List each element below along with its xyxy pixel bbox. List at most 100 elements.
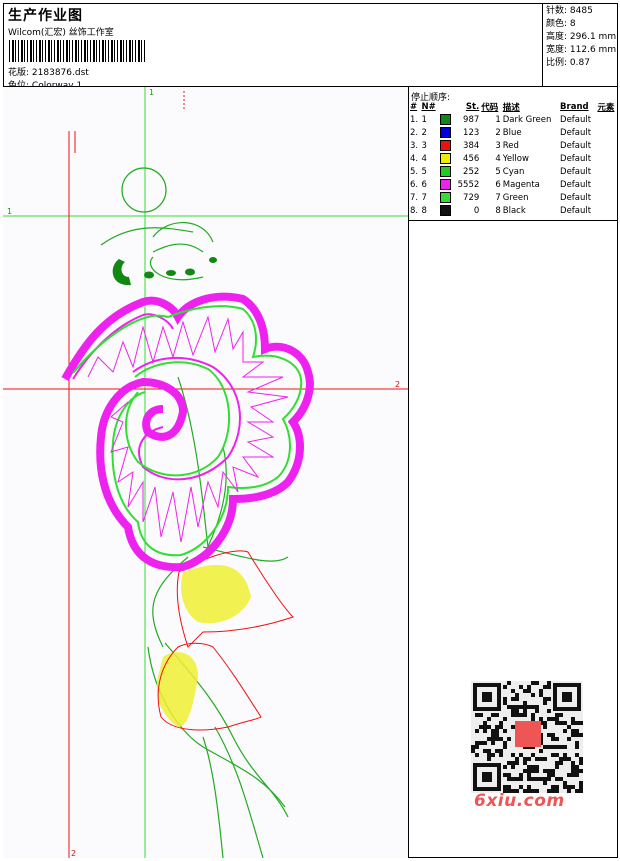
table-rule (409, 220, 618, 221)
row-desc: Yellow (502, 153, 529, 164)
row-stitches: 729 (463, 192, 480, 203)
row-n: 6 (421, 179, 427, 190)
color-row[interactable]: 8. 8 0 8 Black Default (409, 204, 618, 217)
barcode (9, 40, 147, 62)
design-label: 花版: (8, 68, 30, 78)
col-code: 代码 (481, 103, 499, 113)
yellow-fill (156, 564, 251, 727)
row-element (596, 126, 618, 139)
row-index: 1. (410, 114, 419, 125)
row-brand: Default (560, 166, 592, 177)
row-n: 3 (421, 140, 427, 151)
row-element (596, 204, 618, 217)
col-element: 元素 (597, 103, 615, 113)
color-row[interactable]: 5. 5 252 5 Cyan Default (409, 165, 618, 178)
row-code: 3 (495, 140, 501, 151)
row-stitches: 987 (463, 114, 480, 125)
row-desc: Red (502, 140, 519, 151)
row-index: 2. (410, 127, 419, 138)
page-title: 生产作业图 (8, 8, 83, 24)
stat-label: 宽度: (546, 45, 568, 55)
row-desc: Cyan (502, 166, 525, 177)
guide-label-h-red: 2 (395, 380, 400, 389)
color-swatch (439, 192, 451, 203)
row-n: 4 (421, 153, 427, 164)
col-n: N# (421, 102, 436, 112)
stat-scale: 比例: 0.87 (546, 57, 618, 70)
row-brand: Default (560, 114, 592, 125)
stat-value: 296.1 mm (569, 32, 617, 42)
row-element (596, 165, 618, 178)
row-swatch (439, 126, 454, 139)
color-row[interactable]: 3. 3 384 3 Red Default (409, 139, 618, 152)
row-swatch (439, 191, 454, 204)
row-brand: Default (560, 192, 592, 203)
row-code: 1 (495, 114, 501, 125)
guide-label-v-green: 1 (149, 88, 154, 97)
row-stitches: 123 (463, 127, 480, 138)
row-stitches: 456 (463, 153, 480, 164)
row-code: 2 (495, 127, 501, 138)
row-code: 7 (495, 192, 501, 203)
row-n: 2 (421, 127, 427, 138)
guide-label-v-red: 2 (71, 849, 76, 858)
embroidery-preview: 1 1 2 2 (3, 87, 408, 858)
color-swatch (439, 140, 451, 151)
row-element (596, 191, 618, 204)
row-swatch (439, 178, 454, 191)
row-index: 4. (410, 153, 419, 164)
design-file: 2183876.dst (31, 68, 89, 78)
design-canvas[interactable]: 1 1 2 2 (3, 87, 409, 858)
row-index: 8. (410, 205, 419, 216)
row-brand: Default (560, 153, 592, 164)
header: 生产作业图 Wilcom(汇宏) 丝饰工作室 花版: 2183876.dst 色… (3, 3, 618, 91)
design-row: 花版: 2183876.dst (8, 65, 89, 78)
row-element (596, 139, 618, 152)
color-table: # N# St. 代码 描述 Brand 元素 1. 1 987 1 Dark Gree… (409, 101, 618, 217)
color-row[interactable]: 1. 1 987 1 Dark Green Default (409, 113, 618, 126)
color-swatch (439, 179, 451, 190)
row-swatch (439, 204, 454, 217)
row-code: 4 (495, 153, 501, 164)
row-index: 6. (410, 179, 419, 190)
color-row[interactable]: 7. 7 729 7 Green Default (409, 191, 618, 204)
color-table-header: # N# St. 代码 描述 Brand 元素 (409, 101, 618, 113)
color-swatch (439, 205, 451, 216)
color-row[interactable]: 4. 4 456 4 Yellow Default (409, 152, 618, 165)
color-swatch (439, 166, 451, 177)
row-n: 5 (421, 166, 427, 177)
row-code: 8 (495, 205, 501, 216)
row-index: 5. (410, 166, 419, 177)
stat-label: 高度: (546, 32, 568, 42)
color-swatch (439, 114, 451, 125)
row-code: 6 (495, 179, 501, 190)
stats-panel: 针数: 8485 颜色: 8 高度: 296.1 mm 宽度: 112.6 mm… (542, 3, 618, 87)
color-row[interactable]: 2. 2 123 2 Blue Default (409, 126, 618, 139)
row-desc: Black (502, 205, 526, 216)
color-swatch (439, 153, 451, 164)
stat-width: 宽度: 112.6 mm (546, 44, 618, 57)
company-name: Wilcom(汇宏) 丝饰工作室 (8, 28, 114, 38)
row-index: 3. (410, 140, 419, 151)
row-desc: Green (502, 192, 529, 203)
stat-value: 8485 (569, 6, 593, 16)
row-swatch (439, 113, 454, 126)
qr-logo-icon (515, 721, 541, 747)
row-n: 8 (421, 205, 427, 216)
color-row[interactable]: 6. 6 5552 6 Magenta Default (409, 178, 618, 191)
stat-value: 8 (569, 19, 576, 29)
stat-label: 颜色: (546, 19, 568, 29)
row-desc: Dark Green (502, 114, 552, 125)
guide-label-h-green: 1 (7, 207, 12, 216)
stat-colors: 颜色: 8 (546, 18, 618, 31)
row-element (596, 178, 618, 191)
buds (112, 257, 217, 286)
row-index: 7. (410, 192, 419, 203)
col-swatch (439, 101, 454, 113)
row-stitches: 384 (463, 140, 480, 151)
col-stitches: St. (465, 102, 480, 112)
col-desc: 描述 (502, 103, 520, 113)
row-code: 5 (495, 166, 501, 177)
col-index: # (410, 102, 418, 112)
stat-value: 112.6 mm (569, 45, 617, 55)
